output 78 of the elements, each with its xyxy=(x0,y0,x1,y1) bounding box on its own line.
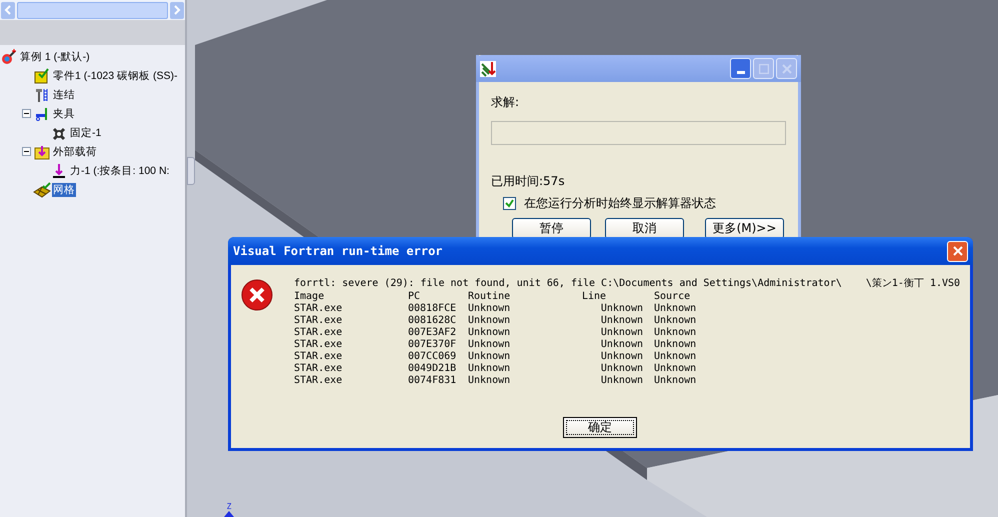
table-cell-text: 0049D21B xyxy=(408,363,458,375)
study-icon xyxy=(0,48,18,64)
table-cell-text: Unknown xyxy=(468,351,512,363)
table-cell-text: Unknown xyxy=(468,315,512,327)
error-message: forrtl: severe (29): file not found, unit 66, file C:\Documents and Settings\Administrator\ xyxy=(294,277,842,291)
minimize-button[interactable] xyxy=(730,58,751,79)
table-cell-text: 0074F831 xyxy=(408,375,458,387)
tree-item[interactable]: 夹具 xyxy=(52,106,76,120)
table-cell-text: STAR.exe xyxy=(294,339,344,351)
column-header: Source xyxy=(654,291,692,303)
table-cell-text: Unknown xyxy=(600,315,644,327)
tree-item[interactable]: 零件1 (-1023 碳钢板 (SS)- xyxy=(52,68,178,82)
window-title: Visual Fortran run-time error xyxy=(233,244,443,258)
table-cell-text: STAR.exe xyxy=(294,303,344,315)
close-icon xyxy=(782,64,792,74)
collapse-toggle[interactable] xyxy=(22,109,33,118)
table-cell-text: STAR.exe xyxy=(294,375,344,387)
table-cell-text: Unknown xyxy=(600,363,644,375)
table-cell-text: 00818FCE xyxy=(408,303,458,315)
table-cell-text: STAR.exe xyxy=(294,363,344,375)
mesh-icon xyxy=(33,182,51,198)
close-icon xyxy=(952,246,962,256)
table-cell-text: Unknown xyxy=(654,315,698,327)
table-cell-text: STAR.exe xyxy=(294,315,344,327)
cancel-button[interactable]: 取消 xyxy=(605,218,684,239)
error-icon xyxy=(241,279,273,311)
table-cell-text: 0081628C xyxy=(408,315,458,327)
table-cell-text: Unknown xyxy=(654,375,698,387)
pause-button[interactable]: 暂停 xyxy=(512,218,591,239)
column-header: PC xyxy=(408,291,422,303)
table-cell-text: Unknown xyxy=(468,303,512,315)
table-cell-text: Unknown xyxy=(600,339,644,351)
table-cell-text: Unknown xyxy=(468,375,512,387)
table-cell-text: 007E370F xyxy=(408,339,458,351)
more-button[interactable]: 更多(M)>> xyxy=(705,218,784,239)
panel-collapse-handle[interactable] xyxy=(187,157,195,185)
elapsed-time: 已用时间:57s xyxy=(491,173,566,190)
table-cell-text: 007E3AF2 xyxy=(408,327,458,339)
table-cell-text: Unknown xyxy=(468,363,512,375)
table-cell-text: Unknown xyxy=(654,327,698,339)
table-cell-text: Unknown xyxy=(600,375,644,387)
table-cell-text: Unknown xyxy=(600,327,644,339)
column-header: Routine xyxy=(468,291,512,303)
table-cell-text: STAR.exe xyxy=(294,327,344,339)
axis-label: Z xyxy=(226,502,232,511)
tree-item[interactable]: 连结 xyxy=(52,88,76,102)
table-cell-text: 007CC069 xyxy=(408,351,458,363)
table-cell-text: Unknown xyxy=(654,351,698,363)
table-cell-text: Unknown xyxy=(654,363,698,375)
table-cell-text: Unknown xyxy=(468,327,512,339)
tree-item[interactable]: 外部载荷 xyxy=(52,144,98,158)
column-header: Image xyxy=(294,291,326,303)
table-cell-text: Unknown xyxy=(654,303,698,315)
checkbox[interactable] xyxy=(503,197,516,210)
horizontal-scrollbar[interactable] xyxy=(0,0,185,20)
table-cell-text: Unknown xyxy=(600,351,644,363)
scroll-thumb[interactable] xyxy=(17,2,168,18)
ok-button[interactable]: 确定 xyxy=(563,417,637,438)
table-cell-text: STAR.exe xyxy=(294,351,344,363)
table-cell-text: Unknown xyxy=(600,303,644,315)
collapse-toggle[interactable] xyxy=(22,147,33,156)
tree-item[interactable]: 力-1 (:按条目: 100 N: xyxy=(69,164,170,178)
checkbox-label: 在您运行分析时始终显示解算器状态 xyxy=(524,195,716,212)
tree-item[interactable]: 算例 1 (-默认-) xyxy=(19,50,91,64)
table-cell-text: Unknown xyxy=(468,339,512,351)
error-message: \策ン1-衡丅 1.VS0 xyxy=(866,277,960,291)
column-header: Line xyxy=(582,291,608,303)
table-cell-text: Unknown xyxy=(654,339,698,351)
tree-item[interactable]: 网格 xyxy=(52,182,76,196)
solve-label: 求解: xyxy=(491,94,520,111)
tree-item[interactable]: 固定-1 xyxy=(69,126,102,140)
axis-arrow-icon xyxy=(224,511,234,517)
force-arrow-icon xyxy=(50,162,68,178)
folder-load-icon xyxy=(33,144,51,160)
part-icon xyxy=(33,68,51,84)
app-icon xyxy=(480,60,496,76)
minimize-icon xyxy=(736,71,744,74)
maximize-icon xyxy=(758,64,768,74)
